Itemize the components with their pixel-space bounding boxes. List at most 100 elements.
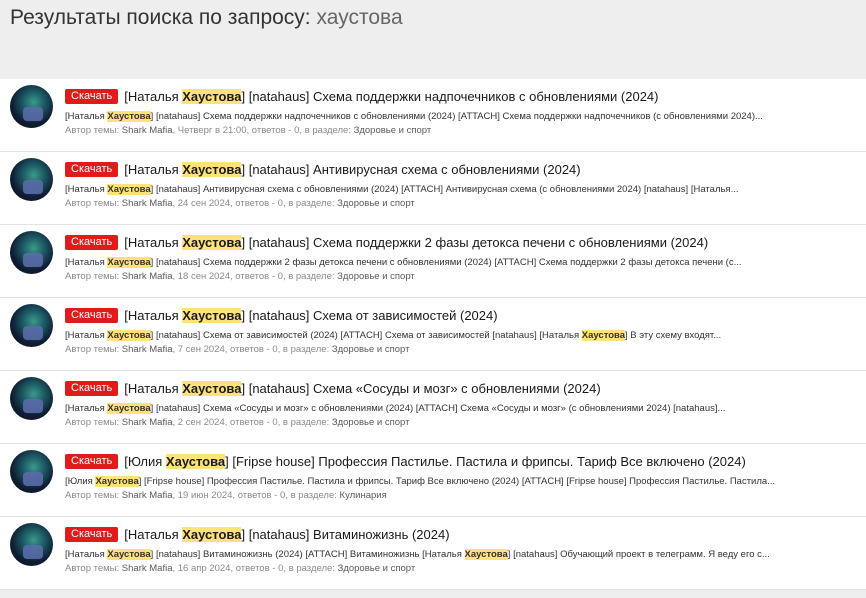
- author-prefix: Автор темы:: [65, 344, 120, 355]
- avatar[interactable]: [10, 85, 53, 128]
- section-prefix: , в разделе:: [277, 417, 330, 428]
- result-content: Скачать [Наталья Хаустова] [natahaus] Сх…: [65, 233, 860, 283]
- result-content: Скачать [Наталья Хаустова] [natahaus] Сх…: [65, 306, 860, 356]
- section-prefix: , в разделе:: [282, 198, 335, 209]
- result-snippet: [Наталья Хаустова] [natahaus] Схема от з…: [65, 330, 722, 341]
- result-title-link[interactable]: [Юлия Хаустова] [Fripse house] Профессия…: [124, 453, 746, 469]
- author-link[interactable]: Shark Mafia: [122, 417, 173, 428]
- download-button[interactable]: Скачать: [65, 89, 119, 104]
- page-title: Результаты поиска по запросу: хаустова: [10, 6, 403, 30]
- result-title-link[interactable]: [Наталья Хаустова] [natahaus] Схема подд…: [124, 234, 708, 250]
- section-prefix: , в разделе:: [285, 490, 337, 501]
- avatar[interactable]: [10, 450, 53, 493]
- search-highlight: Хаустова: [182, 307, 242, 323]
- result-snippet: [Наталья Хаустова] [natahaus] Схема подд…: [65, 257, 742, 268]
- section-prefix: , в разделе:: [283, 563, 335, 574]
- result-snippet: [Наталья Хаустова] [natahaus] Схема «Сос…: [65, 403, 726, 414]
- result-snippet: [Юлия Хаустова] [Fripse house] Профессия…: [65, 476, 776, 487]
- search-highlight: Хаустова: [182, 88, 242, 104]
- result-meta: Автор темы: Shark Mafia, 2 сен 2024, отв…: [65, 417, 860, 429]
- result-meta: Автор темы: Shark Mafia, 7 сен 2024, отв…: [65, 344, 860, 356]
- result-title-line: Скачать [Наталья Хаустова] [natahaus] Ан…: [65, 160, 860, 178]
- result-title-link[interactable]: [Наталья Хаустова] [natahaus] Схема подд…: [124, 88, 659, 104]
- result-stats: , 7 сен 2024, ответов - 0: [172, 344, 278, 355]
- search-highlight: Хаустова: [182, 380, 242, 396]
- section-link[interactable]: Здоровье и спорт: [337, 198, 415, 209]
- avatar[interactable]: [10, 231, 53, 274]
- author-link[interactable]: Shark Mafia: [122, 271, 173, 282]
- list-item: Скачать [Наталья Хаустова] [natahaus] Сх…: [0, 225, 866, 298]
- search-highlight: Хаустова: [182, 161, 242, 177]
- author-link[interactable]: Shark Mafia: [122, 563, 173, 574]
- author-link[interactable]: Shark Mafia: [122, 344, 173, 355]
- download-button[interactable]: Скачать: [65, 454, 119, 469]
- list-item: Скачать [Наталья Хаустова] [natahaus] Сх…: [0, 371, 866, 444]
- result-meta: Автор темы: Shark Mafia, 18 сен 2024, от…: [65, 271, 860, 283]
- result-stats: , 19 июн 2024, ответов - 0: [172, 490, 286, 501]
- section-link[interactable]: Здоровье и спорт: [332, 344, 410, 355]
- avatar[interactable]: [10, 377, 53, 420]
- result-content: Скачать [Наталья Хаустова] [natahaus] Сх…: [65, 87, 860, 137]
- author-link[interactable]: Shark Mafia: [122, 125, 173, 136]
- section-link[interactable]: Здоровье и спорт: [338, 563, 416, 574]
- result-content: Скачать [Наталья Хаустова] [natahaus] Ан…: [65, 160, 860, 210]
- list-item: Скачать [Наталья Хаустова] [natahaus] Ви…: [0, 517, 866, 590]
- result-stats: , 16 апр 2024, ответов - 0: [172, 563, 284, 574]
- result-content: Скачать [Наталья Хаустова] [natahaus] Сх…: [65, 379, 860, 429]
- result-snippet: [Наталья Хаустова] [natahaus] Антивирусн…: [65, 184, 739, 195]
- download-button[interactable]: Скачать: [65, 381, 119, 396]
- result-stats: , 2 сен 2024, ответов - 0: [172, 417, 278, 428]
- result-content: Скачать [Юлия Хаустова] [Fripse house] П…: [65, 452, 860, 502]
- result-meta: Автор темы: Shark Mafia, Четверг в 21:00…: [65, 125, 860, 137]
- result-content: Скачать [Наталья Хаустова] [natahaus] Ви…: [65, 525, 860, 575]
- section-link[interactable]: Здоровье и спорт: [354, 125, 432, 136]
- result-title-link[interactable]: [Наталья Хаустова] [natahaus] Схема от з…: [124, 307, 498, 323]
- download-button[interactable]: Скачать: [65, 527, 119, 542]
- list-item: Скачать [Наталья Хаустова] [natahaus] Ан…: [0, 152, 866, 225]
- section-prefix: , в разделе:: [299, 125, 351, 136]
- section-link[interactable]: Здоровье и спорт: [332, 417, 410, 428]
- search-query: хаустова: [316, 6, 403, 29]
- author-prefix: Автор темы:: [65, 563, 120, 574]
- result-snippet: [Наталья Хаустова] [natahaus] Витаминожи…: [65, 549, 770, 560]
- list-item: Скачать [Юлия Хаустова] [Fripse house] П…: [0, 444, 866, 517]
- result-stats: , 18 сен 2024, ответов - 0: [172, 271, 283, 282]
- author-prefix: Автор темы:: [65, 198, 120, 209]
- section-prefix: , в разделе:: [282, 271, 335, 282]
- result-title-line: Скачать [Наталья Хаустова] [natahaus] Сх…: [65, 379, 860, 397]
- result-meta: Автор темы: Shark Mafia, 19 июн 2024, от…: [65, 490, 860, 502]
- search-highlight: Хаустова: [182, 526, 242, 542]
- avatar[interactable]: [10, 158, 53, 201]
- author-link[interactable]: Shark Mafia: [122, 490, 173, 501]
- result-meta: Автор темы: Shark Mafia, 24 сен 2024, от…: [65, 198, 860, 210]
- result-title-link[interactable]: [Наталья Хаустова] [natahaus] Антивирусн…: [124, 161, 581, 177]
- author-prefix: Автор темы:: [65, 417, 120, 428]
- author-prefix: Автор темы:: [65, 271, 120, 282]
- result-stats: , 24 сен 2024, ответов - 0: [172, 198, 283, 209]
- page-title-prefix: Результаты поиска по запросу:: [10, 6, 311, 29]
- avatar[interactable]: [10, 304, 53, 347]
- author-prefix: Автор темы:: [65, 125, 120, 136]
- result-meta: Автор темы: Shark Mafia, 16 апр 2024, от…: [65, 563, 860, 575]
- results-list: Скачать [Наталья Хаустова] [natahaus] Сх…: [0, 79, 866, 590]
- author-link[interactable]: Shark Mafia: [122, 198, 173, 209]
- list-item: Скачать [Наталья Хаустова] [natahaus] Сх…: [0, 79, 866, 152]
- author-prefix: Автор темы:: [65, 490, 120, 501]
- result-title-line: Скачать [Наталья Хаустова] [natahaus] Сх…: [65, 306, 860, 324]
- download-button[interactable]: Скачать: [65, 308, 119, 323]
- section-prefix: , в разделе:: [277, 344, 330, 355]
- section-link[interactable]: Здоровье и спорт: [337, 271, 415, 282]
- search-highlight: Хаустова: [182, 234, 242, 250]
- result-title-link[interactable]: [Наталья Хаустова] [natahaus] Витаминожи…: [124, 526, 450, 542]
- avatar[interactable]: [10, 523, 53, 566]
- result-title-line: Скачать [Наталья Хаустова] [natahaus] Ви…: [65, 525, 860, 543]
- result-title-line: Скачать [Наталья Хаустова] [natahaus] Сх…: [65, 87, 860, 105]
- result-title-line: Скачать [Юлия Хаустова] [Fripse house] П…: [65, 452, 860, 470]
- download-button[interactable]: Скачать: [65, 235, 119, 250]
- list-item: Скачать [Наталья Хаустова] [natahaus] Сх…: [0, 298, 866, 371]
- result-title-line: Скачать [Наталья Хаустова] [natahaus] Сх…: [65, 233, 860, 251]
- section-link[interactable]: Кулинария: [340, 490, 387, 501]
- result-stats: , Четверг в 21:00, ответов - 0: [172, 125, 300, 136]
- result-title-link[interactable]: [Наталья Хаустова] [natahaus] Схема «Сос…: [124, 380, 601, 396]
- download-button[interactable]: Скачать: [65, 162, 119, 177]
